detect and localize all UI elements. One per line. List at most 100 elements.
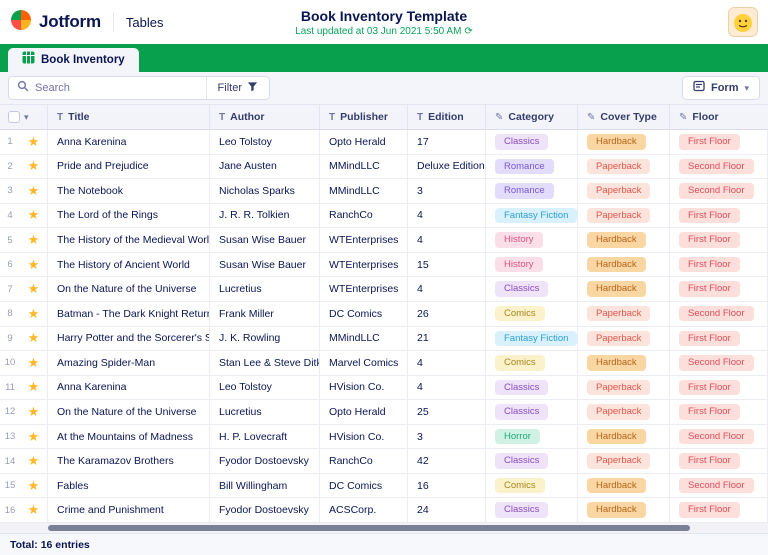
star-icon[interactable]: ★ — [20, 351, 48, 375]
cell-category[interactable]: History — [486, 228, 578, 252]
cell-author[interactable]: Stan Lee & Steve Ditko — [210, 351, 320, 375]
column-header-floor[interactable]: ✎ Floor — [670, 105, 768, 129]
nav-tables-link[interactable]: Tables — [126, 15, 164, 30]
cell-cover-type[interactable]: Hardback — [578, 253, 670, 277]
star-icon[interactable]: ★ — [20, 302, 48, 326]
cell-publisher[interactable]: Opto Herald — [320, 400, 408, 424]
star-icon[interactable]: ★ — [20, 498, 48, 522]
cell-edition[interactable]: 24 — [408, 498, 486, 522]
cell-title[interactable]: On the Nature of the Universe — [48, 277, 210, 301]
cell-cover-type[interactable]: Paperback — [578, 327, 670, 351]
cell-category[interactable]: Horror — [486, 425, 578, 449]
cell-category[interactable]: Comics — [486, 474, 578, 498]
cell-floor[interactable]: First Floor — [670, 449, 768, 473]
cell-author[interactable]: Susan Wise Bauer — [210, 228, 320, 252]
cell-floor[interactable]: Second Floor — [670, 351, 768, 375]
star-icon[interactable]: ★ — [20, 425, 48, 449]
cell-publisher[interactable]: DC Comics — [320, 302, 408, 326]
cell-title[interactable]: The Karamazov Brothers — [48, 449, 210, 473]
cell-author[interactable]: Frank Miller — [210, 302, 320, 326]
cell-edition[interactable]: 26 — [408, 302, 486, 326]
cell-cover-type[interactable]: Paperback — [578, 376, 670, 400]
cell-cover-type[interactable]: Paperback — [578, 179, 670, 203]
cell-category[interactable]: Romance — [486, 155, 578, 179]
cell-title[interactable]: At the Mountains of Madness — [48, 425, 210, 449]
cell-edition[interactable]: 17 — [408, 130, 486, 154]
cell-author[interactable]: H. P. Lovecraft — [210, 425, 320, 449]
star-icon[interactable]: ★ — [20, 376, 48, 400]
cell-title[interactable]: Harry Potter and the Sorcerer's Stone — [48, 327, 210, 351]
cell-edition[interactable]: 25 — [408, 400, 486, 424]
cell-category[interactable]: Classics — [486, 400, 578, 424]
filter-button[interactable]: Filter — [207, 77, 269, 99]
cell-author[interactable]: Lucretius — [210, 277, 320, 301]
column-header-publisher[interactable]: T Publisher — [320, 105, 408, 129]
cell-publisher[interactable]: ACSCorp. — [320, 498, 408, 522]
cell-publisher[interactable]: MMindLLC — [320, 179, 408, 203]
avatar[interactable] — [728, 7, 758, 37]
cell-edition[interactable]: 3 — [408, 425, 486, 449]
cell-author[interactable]: Susan Wise Bauer — [210, 253, 320, 277]
jotform-home-link[interactable]: Jotform — [10, 9, 101, 36]
cell-edition[interactable]: Deluxe Edition — [408, 155, 486, 179]
cell-publisher[interactable]: HVision Co. — [320, 425, 408, 449]
star-icon[interactable]: ★ — [20, 253, 48, 277]
cell-cover-type[interactable]: Paperback — [578, 204, 670, 228]
cell-author[interactable]: J. K. Rowling — [210, 327, 320, 351]
cell-title[interactable]: Anna Karenina — [48, 130, 210, 154]
cell-author[interactable]: Leo Tolstoy — [210, 130, 320, 154]
cell-cover-type[interactable]: Hardback — [578, 130, 670, 154]
cell-publisher[interactable]: WTEnterprises — [320, 277, 408, 301]
search-box[interactable] — [9, 77, 206, 99]
horizontal-scrollbar-track[interactable] — [0, 523, 768, 533]
cell-title[interactable]: On the Nature of the Universe — [48, 400, 210, 424]
column-header-author[interactable]: T Author — [210, 105, 320, 129]
cell-category[interactable]: Classics — [486, 498, 578, 522]
cell-cover-type[interactable]: Paperback — [578, 155, 670, 179]
column-header-cover[interactable]: ✎ Cover Type — [578, 105, 670, 129]
cell-category[interactable]: Fantasy Fiction — [486, 327, 578, 351]
cell-publisher[interactable]: MMindLLC — [320, 327, 408, 351]
cell-floor[interactable]: First Floor — [670, 204, 768, 228]
column-header-category[interactable]: ✎ Category — [486, 105, 578, 129]
cell-edition[interactable]: 21 — [408, 327, 486, 351]
cell-category[interactable]: Comics — [486, 351, 578, 375]
cell-edition[interactable]: 3 — [408, 179, 486, 203]
cell-floor[interactable]: First Floor — [670, 400, 768, 424]
cell-publisher[interactable]: MMindLLC — [320, 155, 408, 179]
cell-floor[interactable]: First Floor — [670, 498, 768, 522]
cell-category[interactable]: History — [486, 253, 578, 277]
star-icon[interactable]: ★ — [20, 277, 48, 301]
cell-cover-type[interactable]: Paperback — [578, 449, 670, 473]
search-input[interactable] — [35, 82, 198, 94]
cell-title[interactable]: Fables — [48, 474, 210, 498]
cell-cover-type[interactable]: Hardback — [578, 351, 670, 375]
cell-cover-type[interactable]: Hardback — [578, 277, 670, 301]
star-icon[interactable]: ★ — [20, 204, 48, 228]
cell-author[interactable]: J. R. R. Tolkien — [210, 204, 320, 228]
cell-author[interactable]: Jane Austen — [210, 155, 320, 179]
cell-publisher[interactable]: HVision Co. — [320, 376, 408, 400]
cell-author[interactable]: Fyodor Dostoevsky — [210, 449, 320, 473]
cell-edition[interactable]: 16 — [408, 474, 486, 498]
form-button[interactable]: Form ▾ — [682, 76, 760, 100]
cell-author[interactable]: Leo Tolstoy — [210, 376, 320, 400]
cell-edition[interactable]: 4 — [408, 277, 486, 301]
star-icon[interactable]: ★ — [20, 327, 48, 351]
cell-publisher[interactable]: WTEnterprises — [320, 253, 408, 277]
cell-floor[interactable]: First Floor — [670, 376, 768, 400]
cell-publisher[interactable]: Marvel Comics — [320, 351, 408, 375]
cell-title[interactable]: Crime and Punishment — [48, 498, 210, 522]
cell-floor[interactable]: Second Floor — [670, 474, 768, 498]
star-icon[interactable]: ★ — [20, 155, 48, 179]
refresh-icon[interactable]: ⟳ — [464, 26, 472, 37]
cell-title[interactable]: Amazing Spider-Man — [48, 351, 210, 375]
star-icon[interactable]: ★ — [20, 130, 48, 154]
cell-edition[interactable]: 4 — [408, 351, 486, 375]
cell-title[interactable]: Batman - The Dark Knight Returns — [48, 302, 210, 326]
cell-title[interactable]: Anna Karenina — [48, 376, 210, 400]
cell-cover-type[interactable]: Hardback — [578, 474, 670, 498]
cell-cover-type[interactable]: Hardback — [578, 228, 670, 252]
cell-edition[interactable]: 4 — [408, 376, 486, 400]
cell-cover-type[interactable]: Paperback — [578, 400, 670, 424]
